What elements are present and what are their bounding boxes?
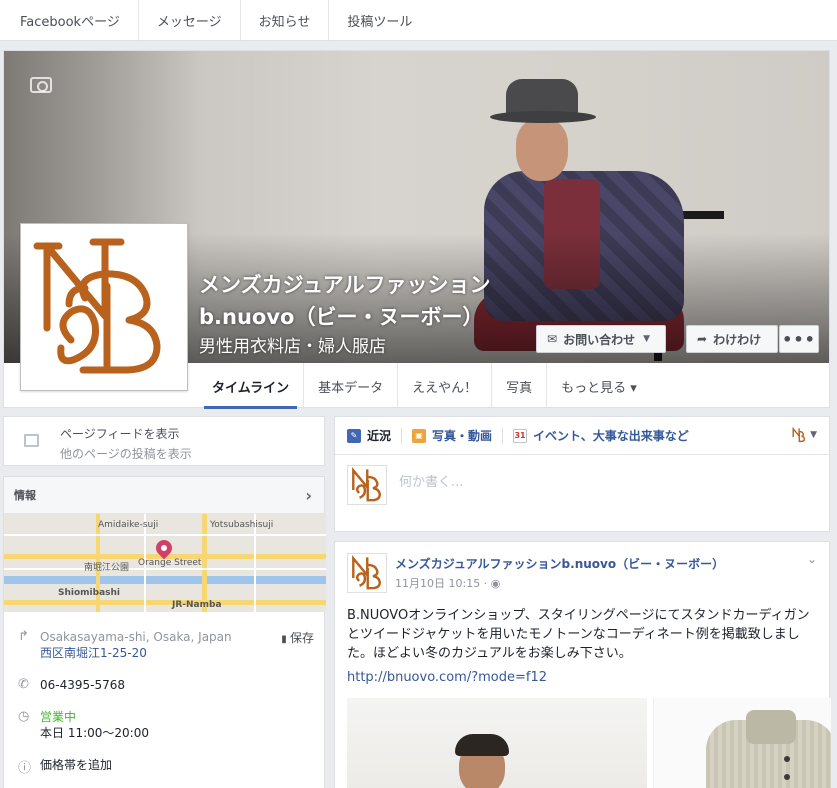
pages-feed-title: ページフィードを表示 bbox=[60, 427, 180, 441]
info-icon: ⓘ bbox=[18, 761, 32, 776]
post-timestamp[interactable]: 11月10日 10:15 · ◉ bbox=[395, 575, 500, 591]
composer-tab-status[interactable]: ✎ 近況 bbox=[347, 427, 391, 444]
post-composer: ✎ 近況 ▣ 写真・動画 31 イベント、大事な出来事など ▼ 何か書く... bbox=[334, 416, 830, 532]
chevron-down-icon: ▼ bbox=[643, 334, 650, 344]
directions-icon: ↱ bbox=[18, 629, 29, 644]
pages-feed-subtitle: 他のページの投稿を表示 bbox=[60, 447, 192, 461]
post-link[interactable]: http://bnuovo.com/?mode=f12 bbox=[347, 670, 547, 685]
tab-about[interactable]: 基本データ bbox=[304, 363, 399, 409]
post-body: B.NUOVOオンラインショップ、スタイリングページにてスタンドカーディガンとツ… bbox=[347, 608, 810, 661]
share-arrow-icon: ➦ bbox=[697, 332, 708, 346]
face bbox=[516, 119, 568, 181]
composer-input[interactable]: 何か書く... bbox=[399, 471, 463, 490]
globe-icon: ◉ bbox=[490, 577, 501, 590]
post-author-avatar[interactable] bbox=[347, 553, 387, 593]
post-photo-cardigan[interactable] bbox=[653, 698, 831, 788]
brand-logo-icon bbox=[792, 427, 806, 443]
page-header: メンズカジュアルファッション b.nuovo（ビー・ヌーボー） 男性用衣料店・婦… bbox=[3, 50, 830, 409]
pages-feed-card[interactable]: ページフィードを表示 他のページの投稿を表示 bbox=[3, 416, 325, 466]
composer-tab-photo[interactable]: ▣ 写真・動画 bbox=[412, 427, 492, 444]
nav-notifications[interactable]: お知らせ bbox=[241, 0, 330, 41]
contact-button[interactable]: ✉ お問い合わせ ▼ bbox=[536, 325, 666, 353]
hat-brim bbox=[490, 111, 596, 123]
bookmark-icon: ▮ bbox=[281, 634, 290, 645]
post-photo-model[interactable] bbox=[347, 698, 647, 788]
chevron-down-icon: ▼ bbox=[810, 430, 817, 440]
pencil-icon: ✎ bbox=[347, 428, 361, 443]
calendar-icon: 31 bbox=[513, 428, 528, 443]
composer-avatar bbox=[347, 465, 387, 505]
tab-timeline[interactable]: タイムライン bbox=[198, 363, 305, 409]
tab-more[interactable]: もっと見る ▾ bbox=[547, 363, 651, 409]
location-map[interactable]: Amidaike-suji Yotsubashisuji 南堀江公園 Orang… bbox=[4, 514, 326, 612]
post-as-selector[interactable]: ▼ bbox=[791, 427, 817, 443]
composer-tab-event[interactable]: 31 イベント、大事な出来事など bbox=[513, 427, 689, 444]
info-header[interactable]: 情報 › bbox=[4, 477, 324, 514]
feed-icon bbox=[24, 434, 39, 447]
page-tabs: タイムライン 基本データ ええやん！ 写真 もっと見る ▾ bbox=[198, 363, 651, 409]
more-options-button[interactable]: ••• bbox=[779, 325, 819, 353]
page-admin-nav: Facebookページ メッセージ お知らせ 投稿ツール bbox=[0, 0, 837, 41]
post-options-chevron-icon[interactable]: ⌄ bbox=[807, 552, 817, 566]
save-button[interactable]: ▮ 保存 bbox=[281, 629, 314, 646]
page-title[interactable]: メンズカジュアルファッション b.nuovo（ビー・ヌーボー） bbox=[199, 269, 529, 333]
page-category: 男性用衣料店・婦人服店 bbox=[199, 337, 386, 357]
brand-logo bbox=[352, 466, 381, 502]
tab-likes[interactable]: ええやん！ bbox=[398, 363, 493, 409]
share-button[interactable]: ➦ わけわけ bbox=[686, 325, 778, 353]
nav-messages[interactable]: メッセージ bbox=[139, 0, 241, 41]
brand-logo bbox=[352, 554, 381, 590]
envelope-icon: ✉ bbox=[547, 332, 558, 346]
info-card: 情報 › Amidaike-suji Yotsubashisuji 南堀江公園 … bbox=[3, 476, 326, 788]
camera-icon[interactable] bbox=[33, 362, 55, 378]
nav-facebook-page[interactable]: Facebookページ bbox=[0, 0, 139, 41]
camera-icon[interactable] bbox=[30, 77, 52, 93]
post-author-name[interactable]: メンズカジュアルファッションb.nuovo（ビー・ヌーボー） bbox=[395, 555, 724, 572]
address-link[interactable]: 西区南堀江1-25-20 bbox=[40, 645, 232, 661]
phone-icon: ✆ bbox=[18, 677, 29, 692]
chevron-right-icon: › bbox=[305, 486, 312, 505]
photo-icon: ▣ bbox=[412, 428, 427, 443]
clock-icon: ◷ bbox=[18, 709, 30, 724]
tab-photos[interactable]: 写真 bbox=[492, 363, 548, 409]
add-price-range-link[interactable]: 価格帯を追加 bbox=[40, 757, 112, 773]
nav-publishing-tools[interactable]: 投稿ツール bbox=[329, 0, 430, 41]
timeline-post: メンズカジュアルファッションb.nuovo（ビー・ヌーボー） 11月10日 10… bbox=[334, 541, 831, 788]
profile-picture[interactable] bbox=[20, 223, 188, 391]
